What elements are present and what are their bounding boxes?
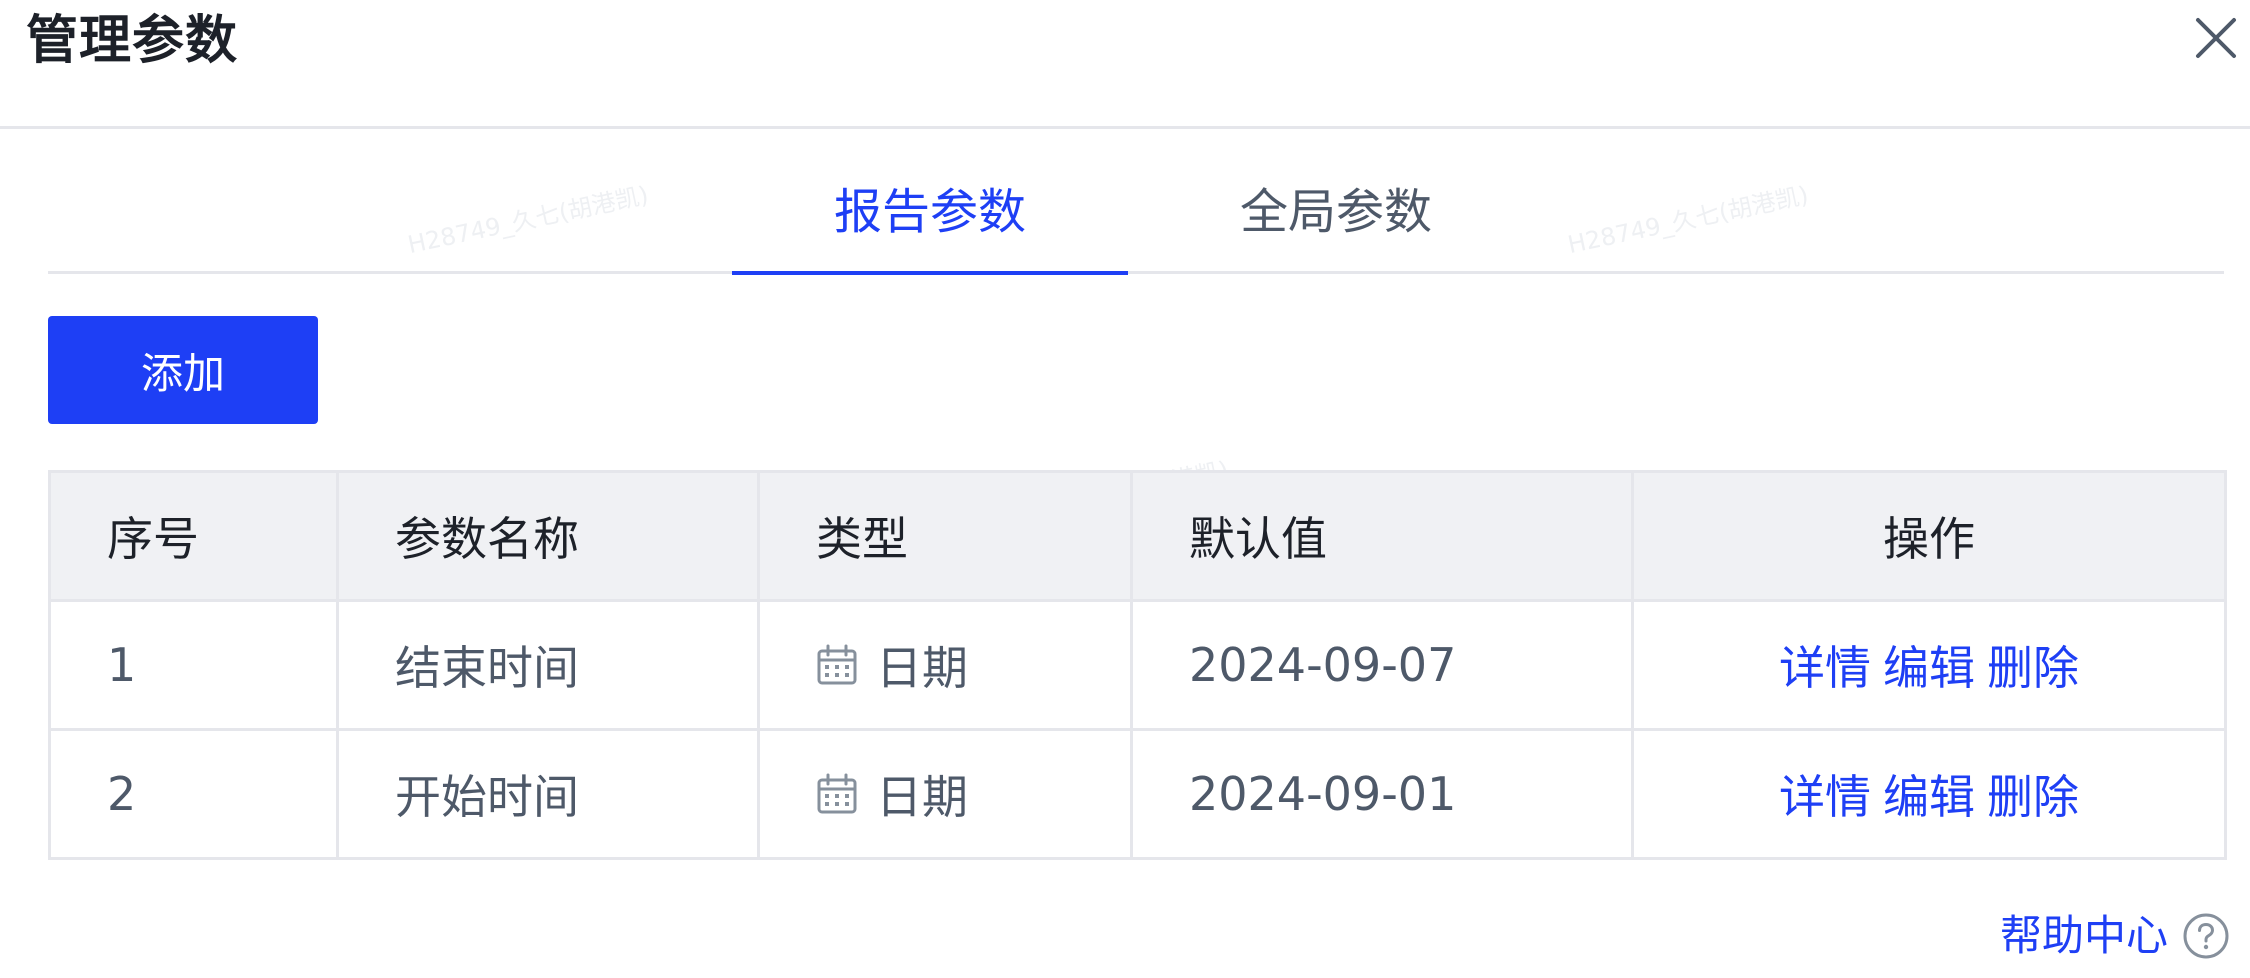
cell-actions: 详情 编辑 删除 bbox=[1631, 728, 2227, 860]
close-icon bbox=[2196, 18, 2236, 58]
header-index: 序号 bbox=[48, 470, 339, 602]
edit-link[interactable]: 编辑 bbox=[1883, 770, 1975, 824]
edit-link[interactable]: 编辑 bbox=[1883, 641, 1975, 695]
calendar-icon bbox=[817, 773, 857, 814]
header-type: 类型 bbox=[757, 470, 1133, 602]
cell-param-name: 开始时间 bbox=[336, 728, 760, 860]
cell-type: 日期 bbox=[757, 728, 1133, 860]
details-link[interactable]: 详情 bbox=[1779, 641, 1871, 695]
close-button[interactable] bbox=[2188, 10, 2244, 66]
dialog-title: 管理参数 bbox=[26, 11, 239, 71]
type-label: 日期 bbox=[876, 641, 968, 695]
table-row: 1 结束时间 日期 2024-09-07 详情 编辑 删除 bbox=[48, 599, 2227, 731]
params-table: 序号 参数名称 类型 默认值 操作 1 结束时间 日期 2024-09-07 详… bbox=[48, 470, 2227, 860]
dialog-header: 管理参数 bbox=[0, 0, 2250, 129]
manage-params-dialog: H28749_久七(胡港凯) H28749_久七(胡港凯) H28749_久七(… bbox=[0, 0, 2250, 978]
header-param-name: 参数名称 bbox=[336, 470, 760, 602]
cell-actions: 详情 编辑 删除 bbox=[1631, 599, 2227, 731]
tab-global-params[interactable]: 全局参数 bbox=[1148, 160, 1524, 274]
calendar-icon bbox=[817, 644, 857, 685]
details-link[interactable]: 详情 bbox=[1779, 770, 1871, 824]
cell-index: 2 bbox=[48, 728, 339, 860]
tab-report-params[interactable]: 报告参数 bbox=[732, 160, 1128, 275]
cell-default-value: 2024-09-01 bbox=[1130, 728, 1634, 860]
cell-param-name: 结束时间 bbox=[336, 599, 760, 731]
delete-link[interactable]: 删除 bbox=[1987, 770, 2079, 824]
delete-link[interactable]: 删除 bbox=[1987, 641, 2079, 695]
table-header-row: 序号 参数名称 类型 默认值 操作 bbox=[48, 470, 2227, 602]
question-circle-icon bbox=[2183, 913, 2229, 959]
cell-index: 1 bbox=[48, 599, 339, 731]
help-center-link[interactable]: 帮助中心 bbox=[2000, 908, 2230, 964]
header-default-value: 默认值 bbox=[1130, 470, 1634, 602]
add-button[interactable]: 添加 bbox=[48, 316, 318, 424]
tab-bar: 报告参数 全局参数 bbox=[48, 160, 2224, 275]
cell-default-value: 2024-09-07 bbox=[1130, 599, 1634, 731]
help-center-label: 帮助中心 bbox=[1999, 911, 2168, 960]
type-label: 日期 bbox=[876, 770, 968, 824]
header-actions: 操作 bbox=[1631, 470, 2227, 602]
table-row: 2 开始时间 日期 2024-09-01 详情 编辑 删除 bbox=[48, 728, 2227, 860]
cell-type: 日期 bbox=[757, 599, 1133, 731]
